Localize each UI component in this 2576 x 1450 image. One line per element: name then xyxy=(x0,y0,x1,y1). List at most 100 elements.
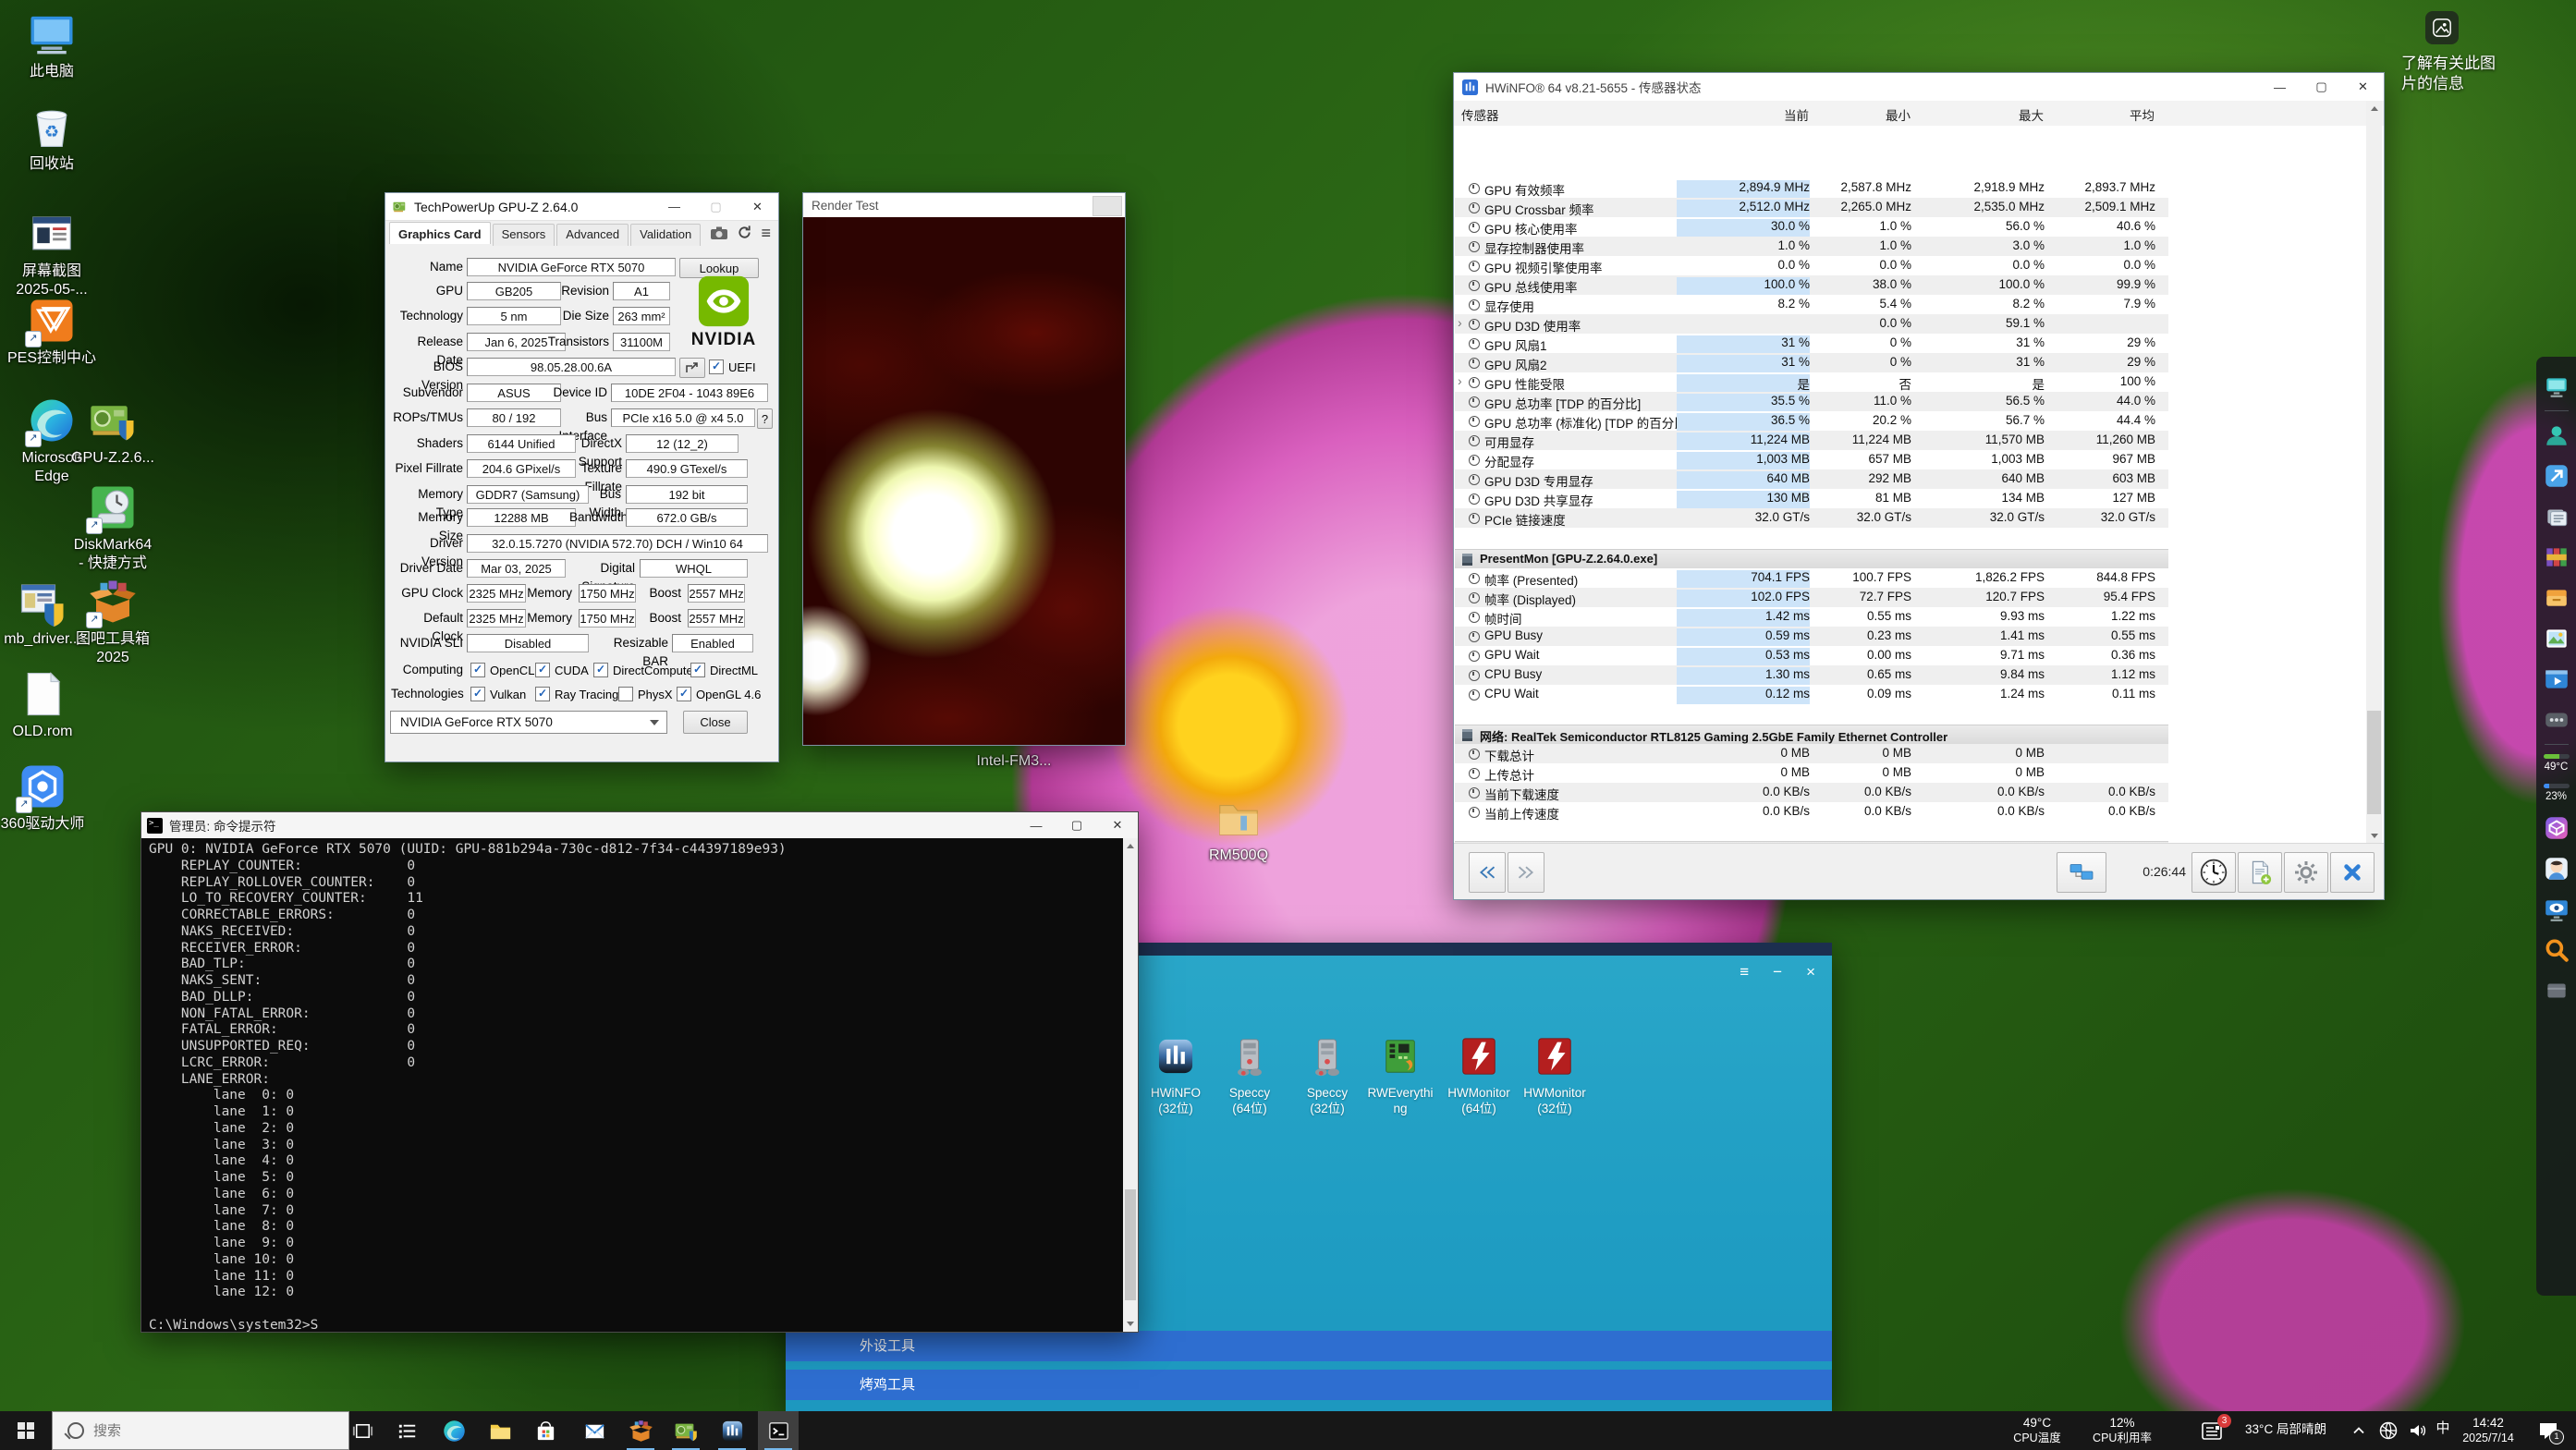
cmd-maximize-button[interactable]: ▢ xyxy=(1056,812,1097,838)
toolbox-item-hwmonitor-32[interactable]: HWMonitor(32位) xyxy=(1518,1035,1592,1116)
sensor-row-gpu[interactable]: GPU 总线使用率100.0 %38.0 %100.0 %99.9 % xyxy=(1455,275,2168,295)
desktop-icon-screenshot-folder[interactable]: 屏幕截图2025-05-... xyxy=(0,209,107,299)
dock-item-documents[interactable] xyxy=(2543,503,2570,530)
gpuz-value-field[interactable]: WHQL xyxy=(640,559,748,578)
taskbar-icon-mail[interactable] xyxy=(574,1411,615,1450)
settings-gear-button[interactable] xyxy=(2284,852,2328,893)
toolbox-item-speccy-64[interactable]: Speccy(64位) xyxy=(1213,1035,1287,1116)
gpuz-checkbox-vulkan[interactable]: ✓Vulkan xyxy=(470,685,526,703)
hwinfo-maximize-button[interactable]: ▢ xyxy=(2301,73,2342,101)
sensor-row-item[interactable]: 可用显存11,224 MB11,224 MB11,570 MB11,260 MB xyxy=(1455,431,2168,450)
back-button[interactable] xyxy=(1469,852,1506,893)
scroll-down-icon[interactable] xyxy=(1123,1316,1138,1332)
gpuz-value-field[interactable]: Enabled xyxy=(672,634,753,652)
gpuz-value-field[interactable]: 31100M xyxy=(613,333,670,351)
gpuz-checkbox-cuda[interactable]: ✓CUDA xyxy=(535,661,589,679)
sensor-row-item[interactable]: 当前上传速度0.0 KB/s0.0 KB/s0.0 KB/s0.0 KB/s xyxy=(1455,802,2168,822)
sensor-row-gpu-wait[interactable]: GPU Wait0.53 ms0.00 ms9.71 ms0.36 ms xyxy=(1455,646,2168,665)
desktop-icon-this-pc[interactable]: 此电脑 xyxy=(0,9,107,81)
gpuz-value-field[interactable]: 12288 MB xyxy=(467,508,576,527)
dock-item-video[interactable] xyxy=(2543,665,2570,693)
sensor-row-gpu-tdp[interactable]: GPU 总功率 [TDP 的百分比]35.5 %11.0 %56.5 %44.0… xyxy=(1455,392,2168,411)
clock-indicator[interactable]: 14:42 2025/7/14 xyxy=(2451,1415,2525,1446)
taskbar-icon-task-list[interactable] xyxy=(387,1411,428,1450)
toolbox-item-rweverythi-ng[interactable]: RWEverything xyxy=(1363,1035,1437,1116)
dock-item-drawer[interactable] xyxy=(2543,584,2570,612)
dock-item-contacts[interactable] xyxy=(2543,421,2570,449)
sensor-row-item[interactable]: 当前下载速度0.0 KB/s0.0 KB/s0.0 KB/s0.0 KB/s xyxy=(1455,783,2168,802)
toolbox-close-button[interactable]: × xyxy=(1806,963,1815,981)
gpuz-close-button[interactable]: Close xyxy=(683,711,748,734)
gpuz-gpu-selector[interactable]: NVIDIA GeForce RTX 5070 xyxy=(390,711,667,734)
desktop-icon-rm500q[interactable]: RM500Q xyxy=(1183,793,1294,865)
toolbox-bar-peripheral[interactable]: 外设工具 xyxy=(786,1331,1832,1361)
sensor-row-gpu[interactable]: ›GPU 性能受限是否是100 % xyxy=(1455,372,2168,392)
sensor-row-gpu-crossbar[interactable]: GPU Crossbar 频率2,512.0 MHz2,265.0 MHz2,5… xyxy=(1455,198,2168,217)
gpuz-checkbox-opengl-4-6[interactable]: ✓OpenGL 4.6 xyxy=(677,685,761,703)
dock-item-cube[interactable] xyxy=(2543,814,2570,842)
desktop-icon-pes-control-center[interactable]: ↗PES控制中心 xyxy=(0,296,107,368)
cmd-close-button[interactable]: ✕ xyxy=(1097,812,1138,838)
gpuz-value-field[interactable]: 490.9 GTexel/s xyxy=(626,459,748,478)
taskbar-search[interactable] xyxy=(52,1411,349,1450)
gpuz-help-button[interactable]: ? xyxy=(757,408,773,429)
dock-item-more[interactable] xyxy=(2543,706,2570,734)
gpuz-value-field[interactable]: 12 (12_2) xyxy=(626,434,739,453)
weather-text[interactable]: 33°C 局部晴朗 xyxy=(2226,1421,2346,1437)
sensor-row-gpu-tdp[interactable]: GPU 总功率 (标准化) [TDP 的百分比]36.5 %20.2 %56.7… xyxy=(1455,411,2168,431)
gpuz-value-field[interactable]: NVIDIA GeForce RTX 5070 xyxy=(467,258,676,276)
gpuz-value-field[interactable]: 2557 MHz xyxy=(688,584,745,603)
gpuz-value-field[interactable]: A1 xyxy=(613,282,670,300)
toolbox-item-speccy-32[interactable]: Speccy(32位) xyxy=(1290,1035,1364,1116)
cpu-temp-indicator[interactable]: 49°C CPU温度 xyxy=(1995,1415,2080,1446)
toolbox-bar-stress[interactable]: 烤鸡工具 xyxy=(786,1370,1832,1400)
taskbar-icon-file-explorer[interactable] xyxy=(480,1411,520,1450)
dock-item-search-tool[interactable] xyxy=(2543,936,2570,964)
toolbox-minimize-button[interactable]: − xyxy=(1773,963,1782,981)
sensor-row-presented[interactable]: 帧率 (Presented)704.1 FPS100.7 FPS1,826.2 … xyxy=(1455,568,2168,588)
cmd-scrollbar[interactable] xyxy=(1123,838,1138,1332)
render-close-button[interactable] xyxy=(1093,196,1122,216)
desktop-icon-gpu-z-file[interactable]: GPU-Z.2.6... xyxy=(57,396,168,468)
clock-button[interactable] xyxy=(2191,852,2236,893)
gpuz-checkbox-ray-tracing[interactable]: ✓Ray Tracing xyxy=(535,685,618,703)
desktop-icon-diskmark64[interactable]: ↗DiskMark64- 快捷方式 xyxy=(57,482,168,573)
sensor-row-gpu-d3d[interactable]: GPU D3D 专用显存640 MB292 MB640 MB603 MB xyxy=(1455,469,2168,489)
hwinfo-exit-button[interactable] xyxy=(2330,852,2375,893)
sensor-row-pcie[interactable]: PCIe 链接速度32.0 GT/s32.0 GT/s32.0 GT/s32.0… xyxy=(1455,508,2168,528)
news-widget-icon[interactable]: 3 xyxy=(2200,1420,2226,1442)
dock-item-cpu-temp-widget[interactable]: 49°C xyxy=(2541,754,2572,773)
taskbar-icon-cmd[interactable] xyxy=(758,1411,799,1450)
desktop-icon-old-rom[interactable]: OLD.rom xyxy=(0,669,98,741)
dock-item-assistant[interactable] xyxy=(2543,855,2570,883)
forward-button[interactable] xyxy=(1508,852,1544,893)
dock-item-screen[interactable] xyxy=(2543,372,2570,400)
scroll-up-icon[interactable] xyxy=(1123,838,1138,854)
notification-center-icon[interactable]: 1 xyxy=(2536,1420,2560,1442)
taskbar-icon-store[interactable] xyxy=(525,1411,566,1450)
gpuz-value-field[interactable]: 2325 MHz xyxy=(467,609,526,628)
dock-item-cpu-load-widget[interactable]: 23% xyxy=(2541,784,2572,802)
dock-item-photos[interactable] xyxy=(2543,625,2570,652)
spotlight-widget[interactable]: 了解有关此图 片的信息 xyxy=(2401,11,2572,94)
desktop-icon-360-driver-master[interactable]: ↗360驱动大师 xyxy=(0,762,98,834)
expand-arrow-icon[interactable]: › xyxy=(1458,373,1462,388)
sensor-row-item[interactable]: 上传总计0 MB0 MB0 MB xyxy=(1455,763,2168,783)
gpuz-value-field[interactable]: 32.0.15.7270 (NVIDIA 572.70) DCH / Win10… xyxy=(467,534,768,553)
gpuz-value-field[interactable]: 672.0 GB/s xyxy=(626,508,748,527)
dock-item-winrar[interactable] xyxy=(2543,543,2570,571)
sensor-row-item[interactable]: 下载总计0 MB0 MB0 MB xyxy=(1455,744,2168,763)
scrollbar-thumb[interactable] xyxy=(1125,1189,1136,1300)
gpuz-value-field[interactable]: PCIe x16 5.0 @ x4 5.0 xyxy=(611,408,755,427)
taskbar-icon-gpu-z[interactable] xyxy=(665,1411,706,1450)
sensor-row-gpu-1[interactable]: GPU 风扇131 %0 %31 %29 % xyxy=(1455,334,2168,353)
sensor-row-item[interactable]: 显存使用8.2 %5.4 %8.2 %7.9 % xyxy=(1455,295,2168,314)
gpuz-checkbox-physx[interactable]: PhysX xyxy=(618,685,673,703)
scrollbar[interactable] xyxy=(2366,101,2382,844)
gpuz-value-field[interactable]: 263 mm² xyxy=(613,307,670,325)
sensor-row-item[interactable]: 显存控制器使用率1.0 %1.0 %3.0 %1.0 % xyxy=(1455,237,2168,256)
sensor-row-gpu-2[interactable]: GPU 风扇231 %0 %31 %29 % xyxy=(1455,353,2168,372)
sensor-row-gpu-busy[interactable]: GPU Busy0.59 ms0.23 ms1.41 ms0.55 ms xyxy=(1455,627,2168,646)
gpuz-uefi-checkbox[interactable]: ✓UEFI xyxy=(709,358,756,376)
remote-sensors-button[interactable] xyxy=(2057,852,2106,893)
